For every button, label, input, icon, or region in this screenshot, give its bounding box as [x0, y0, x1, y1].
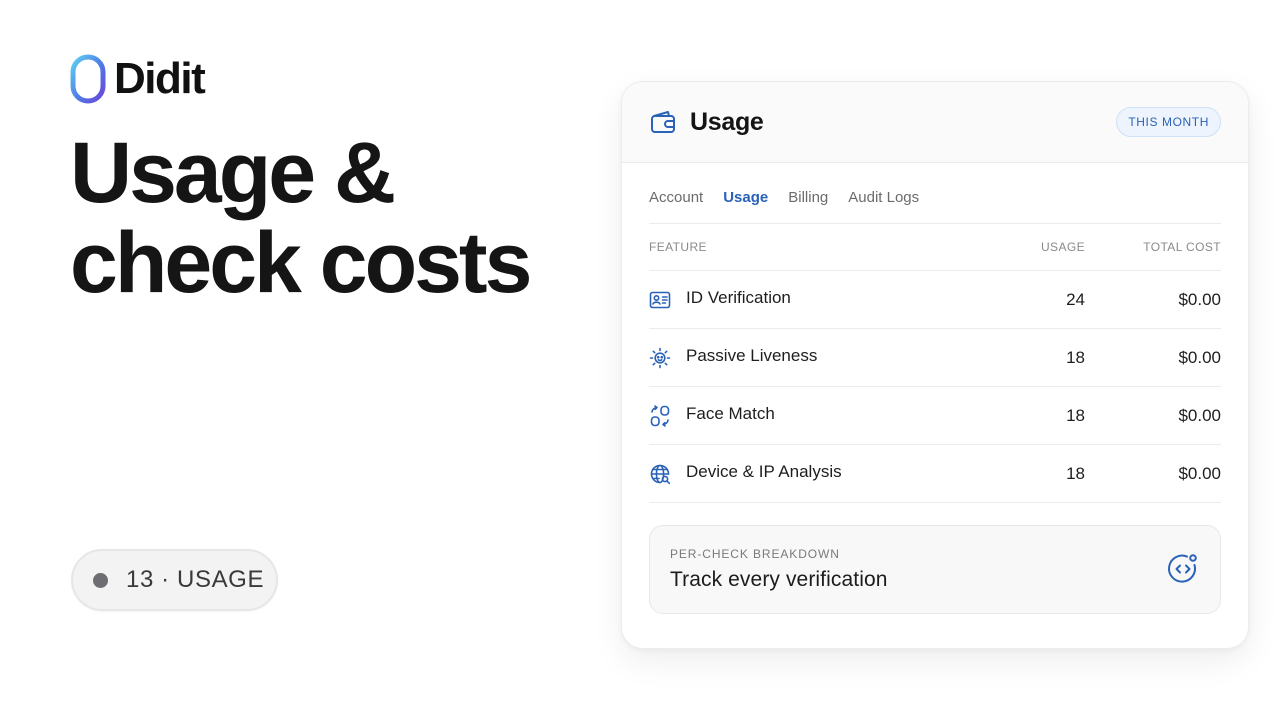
tab-billing[interactable]: Billing: [788, 180, 828, 223]
total-cost: $0.00: [1178, 290, 1221, 309]
table-row[interactable]: Face Match 18 $0.00: [649, 387, 1221, 445]
usage-count: 24: [1066, 290, 1085, 309]
panel-tabs: Account Usage Billing Audit Logs: [649, 180, 1221, 224]
usage-table: FEATURE USAGE TOTAL COST ID Verification…: [649, 225, 1221, 503]
table-row[interactable]: Passive Liveness 18 $0.00: [649, 329, 1221, 387]
total-cost: $0.00: [1178, 464, 1221, 483]
headline-line-1: Usage &: [70, 125, 396, 221]
breakdown-title: Track every verification: [670, 568, 888, 591]
page-headline: Usage & check costs: [70, 125, 532, 311]
didit-logo-icon: [70, 54, 106, 104]
feature-name: ID Verification: [686, 288, 791, 307]
face-scan-icon: [649, 347, 671, 369]
usage-count: 18: [1066, 406, 1085, 425]
headline-line-2: check costs: [70, 215, 532, 311]
globe-search-icon: [650, 464, 671, 485]
feature-name: Passive Liveness: [686, 346, 818, 365]
panel-header: Usage THIS MONTH: [622, 82, 1248, 163]
column-header-feature: FEATURE: [649, 240, 707, 254]
panel-title: Usage: [690, 107, 764, 136]
step-dot: [93, 572, 108, 588]
id-card-icon: [649, 291, 671, 309]
face-match-icon: [650, 405, 670, 427]
step-indicator: 13 · USAGE: [71, 549, 278, 611]
usage-count: 18: [1066, 464, 1085, 483]
total-cost: $0.00: [1178, 348, 1221, 367]
breakdown-label: PER-CHECK BREAKDOWN: [670, 547, 840, 561]
usage-count: 18: [1066, 348, 1085, 367]
tab-account[interactable]: Account: [649, 180, 703, 223]
period-badge[interactable]: THIS MONTH: [1116, 107, 1221, 137]
feature-name: Device & IP Analysis: [686, 462, 842, 481]
table-row[interactable]: ID Verification 24 $0.00: [649, 271, 1221, 329]
column-header-total-cost: TOTAL COST: [1143, 240, 1221, 254]
tab-audit-logs[interactable]: Audit Logs: [848, 180, 919, 223]
brand-logo: Didit: [70, 54, 206, 104]
usage-panel: Usage THIS MONTH Account Usage Billing A…: [621, 81, 1249, 649]
table-row[interactable]: Device & IP Analysis 18 $0.00: [649, 445, 1221, 503]
tab-usage[interactable]: Usage: [723, 180, 768, 223]
wallet-icon: [651, 111, 675, 133]
code-circle-icon[interactable]: [1166, 552, 1200, 586]
column-header-usage: USAGE: [1040, 240, 1085, 254]
feature-name: Face Match: [686, 404, 775, 423]
table-header: FEATURE USAGE TOTAL COST: [649, 225, 1221, 271]
step-label: 13 · USAGE: [126, 566, 265, 593]
brand-name: Didit: [114, 54, 206, 103]
total-cost: $0.00: [1178, 406, 1221, 425]
breakdown-card[interactable]: PER-CHECK BREAKDOWN Track every verifica…: [649, 525, 1221, 614]
